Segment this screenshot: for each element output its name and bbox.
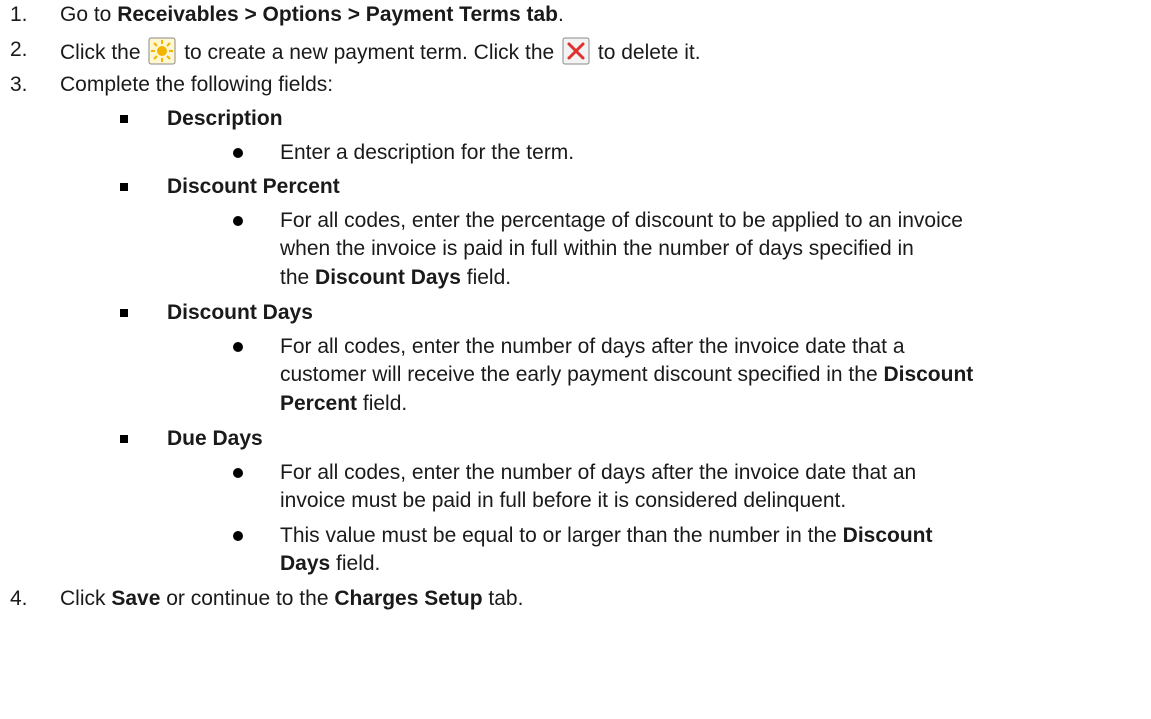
step-number: 4. [10, 587, 28, 610]
step-text: Go to Receivables > Options > Payment Te… [60, 3, 564, 26]
delete-x-icon[interactable] [562, 37, 590, 65]
dot-bullet-icon [233, 468, 243, 478]
dot-bullet-icon [233, 148, 243, 158]
save-label: Save [111, 587, 161, 610]
document-page: { "steps": [ { "number": "1.", "pre": "G… [0, 0, 1151, 719]
square-bullet-icon [120, 115, 128, 123]
dot-bullet-icon [233, 531, 243, 541]
field-title: Description [167, 107, 283, 130]
field-title: Discount Percent [167, 175, 340, 198]
field-title: Due Days [167, 427, 263, 450]
field-title: Discount Days [167, 301, 313, 324]
step-number: 2. [10, 38, 28, 61]
square-bullet-icon [120, 183, 128, 191]
square-bullet-icon [120, 435, 128, 443]
charges-setup-label: Charges Setup [334, 587, 483, 610]
step-text: Click Save or continue to the Charges Se… [60, 587, 524, 610]
dot-bullet-icon [233, 216, 243, 226]
square-bullet-icon [120, 309, 128, 317]
new-sun-icon[interactable] [148, 37, 176, 65]
step-number: 3. [10, 73, 28, 96]
dot-bullet-icon [233, 342, 243, 352]
menu-path: Receivables > Options > Payment Terms ta… [117, 3, 558, 26]
step-text: Click the to create a new payment term. … [60, 37, 701, 66]
step-text: Complete the following fields: [60, 73, 334, 96]
step-number: 1. [10, 3, 28, 26]
